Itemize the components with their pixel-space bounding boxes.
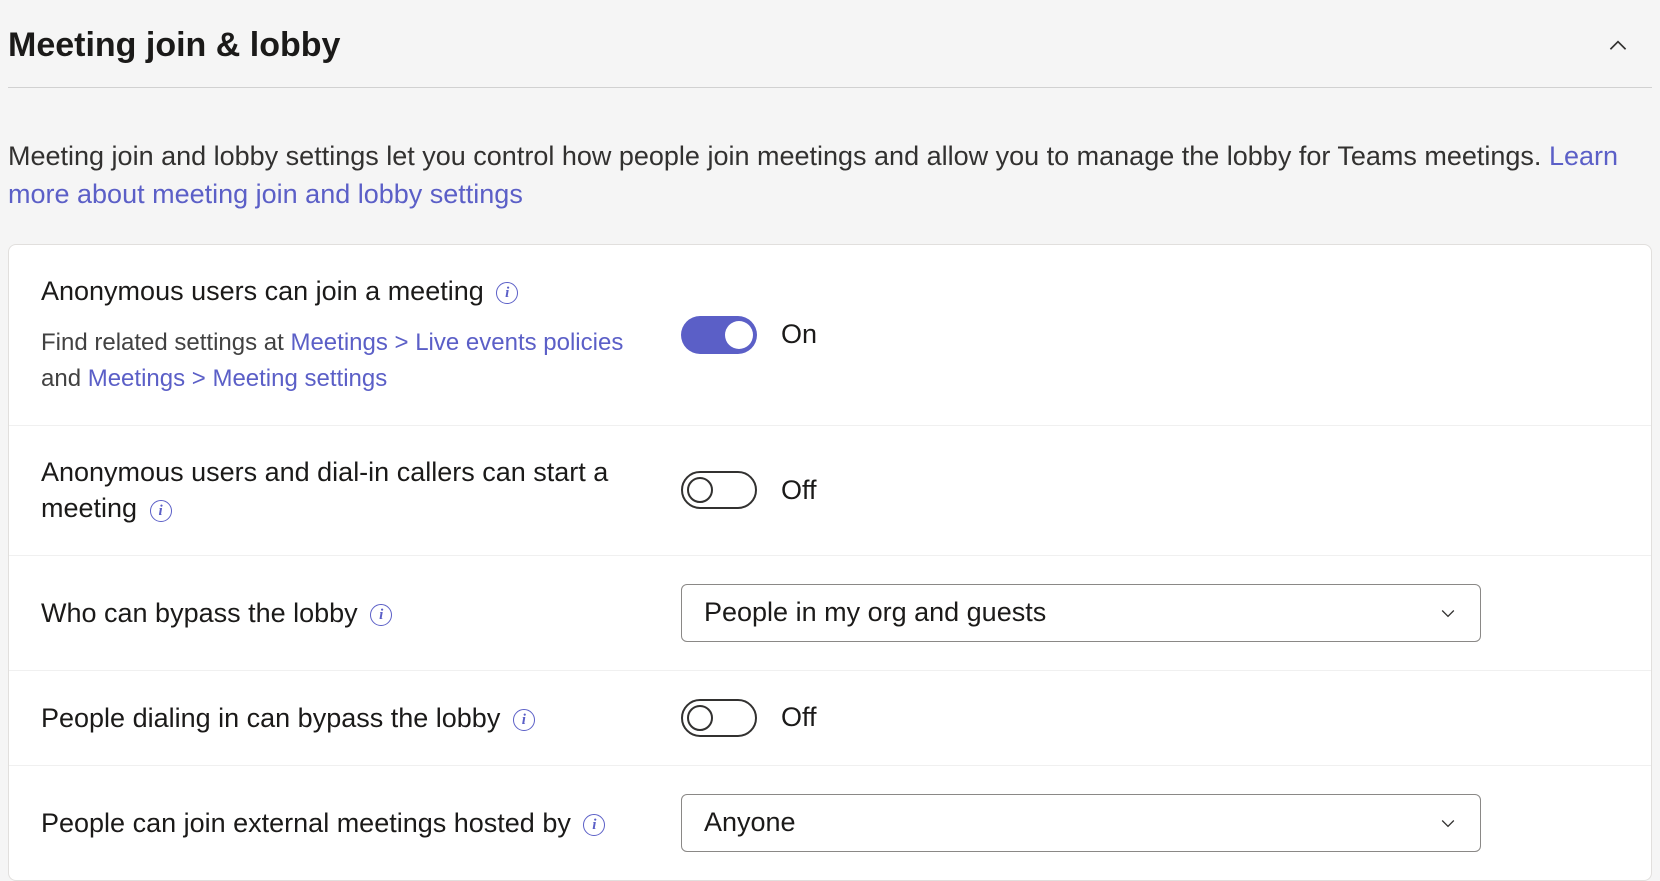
- setting-control-col: Off: [681, 471, 1619, 509]
- toggle-knob: [725, 321, 753, 349]
- anon-join-sublabel: Find related settings at Meetings > Live…: [41, 325, 661, 397]
- dropdown-value: People in my org and guests: [704, 597, 1046, 628]
- section-description: Meeting join and lobby settings let you …: [8, 88, 1652, 244]
- setting-label-col: Anonymous users can join a meeting i Fin…: [41, 273, 681, 397]
- section-header: Meeting join & lobby: [8, 8, 1652, 88]
- setting-label-col: People can join external meetings hosted…: [41, 805, 681, 841]
- description-text: Meeting join and lobby settings let you …: [8, 141, 1549, 171]
- dialin-bypass-label: People dialing in can bypass the lobby: [41, 703, 508, 733]
- setting-row-bypass-lobby: Who can bypass the lobby i People in my …: [9, 556, 1651, 671]
- setting-row-anon-join: Anonymous users can join a meeting i Fin…: [9, 245, 1651, 426]
- anon-join-label: Anonymous users can join a meeting: [41, 276, 491, 306]
- info-icon[interactable]: i: [150, 500, 172, 522]
- setting-label-col: Who can bypass the lobby i: [41, 595, 681, 631]
- external-hosted-label: People can join external meetings hosted…: [41, 808, 578, 838]
- chevron-up-icon: [1605, 33, 1631, 59]
- anon-start-toggle-state: Off: [781, 475, 817, 506]
- bypass-lobby-dropdown[interactable]: People in my org and guests: [681, 584, 1481, 642]
- setting-control-col: Off: [681, 699, 1619, 737]
- settings-card: Anonymous users can join a meeting i Fin…: [8, 244, 1652, 881]
- setting-row-dialin-bypass: People dialing in can bypass the lobby i…: [9, 671, 1651, 766]
- setting-control-col: On: [681, 316, 1619, 354]
- collapse-button[interactable]: [1604, 32, 1632, 60]
- setting-label-col: People dialing in can bypass the lobby i: [41, 700, 681, 736]
- chevron-down-icon: [1438, 603, 1458, 623]
- bypass-lobby-label: Who can bypass the lobby: [41, 598, 365, 628]
- info-icon[interactable]: i: [583, 814, 605, 836]
- anon-join-toggle[interactable]: [681, 316, 757, 354]
- sub-prefix: Find related settings at: [41, 329, 290, 356]
- info-icon[interactable]: i: [513, 709, 535, 731]
- info-icon[interactable]: i: [370, 604, 392, 626]
- info-icon[interactable]: i: [496, 282, 518, 304]
- sub-mid: and: [41, 365, 88, 392]
- live-events-link[interactable]: Meetings > Live events policies: [290, 329, 623, 356]
- chevron-down-icon: [1438, 813, 1458, 833]
- anon-start-toggle[interactable]: [681, 471, 757, 509]
- toggle-knob: [687, 477, 713, 503]
- anon-join-toggle-state: On: [781, 319, 817, 350]
- dialin-bypass-toggle-state: Off: [781, 702, 817, 733]
- dropdown-value: Anyone: [704, 807, 796, 838]
- setting-control-col: People in my org and guests: [681, 584, 1619, 642]
- anon-start-label: Anonymous users and dial-in callers can …: [41, 457, 608, 523]
- dialin-bypass-toggle[interactable]: [681, 699, 757, 737]
- setting-row-external-hosted: People can join external meetings hosted…: [9, 766, 1651, 880]
- section-title: Meeting join & lobby: [8, 26, 340, 65]
- setting-row-anon-start: Anonymous users and dial-in callers can …: [9, 426, 1651, 556]
- setting-label-col: Anonymous users and dial-in callers can …: [41, 454, 681, 527]
- meeting-settings-link[interactable]: Meetings > Meeting settings: [88, 365, 388, 392]
- toggle-knob: [687, 705, 713, 731]
